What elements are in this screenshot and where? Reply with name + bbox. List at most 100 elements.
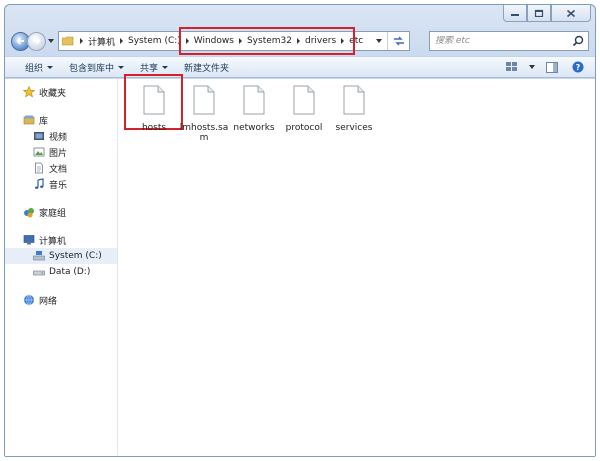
- chevron-down-icon: [47, 65, 54, 69]
- search-box[interactable]: [429, 31, 589, 51]
- forward-button[interactable]: [27, 31, 46, 51]
- organize-label: 组织: [25, 63, 44, 74]
- view-controls: ?: [501, 58, 595, 76]
- sidebar-label: System (C:): [49, 251, 102, 261]
- minimize-button[interactable]: [503, 5, 527, 22]
- music-icon: [33, 178, 45, 190]
- sidebar-item-music[interactable]: 音乐: [5, 176, 117, 192]
- svg-text:?: ?: [576, 63, 581, 72]
- sidebar-item-libraries[interactable]: 库: [5, 112, 117, 128]
- search-input[interactable]: [435, 36, 570, 46]
- organize-menu[interactable]: 组织: [17, 57, 61, 77]
- sidebar-label: 收藏夹: [39, 88, 67, 99]
- include-in-library-menu[interactable]: 包含到库中: [61, 57, 132, 77]
- homegroup-group: 家庭组: [5, 204, 117, 220]
- file-item-hosts[interactable]: hosts: [129, 85, 179, 133]
- chevron-down-icon: [118, 65, 125, 69]
- address-history-dropdown[interactable]: [373, 32, 385, 50]
- recent-pages-dropdown[interactable]: [46, 32, 56, 51]
- file-icon: [293, 85, 315, 115]
- network-icon: [23, 294, 35, 306]
- include-in-library-label: 包含到库中: [69, 63, 115, 74]
- change-view-button[interactable]: [501, 58, 523, 76]
- minimize-icon: [511, 14, 519, 16]
- sidebar-label: 音乐: [49, 180, 68, 191]
- file-icon: [243, 85, 265, 115]
- sidebar-item-system-c[interactable]: System (C:): [5, 248, 117, 264]
- computer-group: 计算机 System (C:) Data (D:): [5, 232, 117, 280]
- file-icon: [143, 85, 165, 115]
- command-bar: 组织 包含到库中 共享 新建文件夹 ?: [5, 56, 595, 78]
- sidebar-item-network[interactable]: 网络: [5, 292, 117, 308]
- new-folder-button[interactable]: 新建文件夹: [176, 57, 237, 77]
- crumb-system-c[interactable]: System (C:): [126, 32, 183, 50]
- window-controls: [503, 5, 591, 23]
- address-bar[interactable]: 计算机 System (C:) Windows System32 drivers…: [58, 27, 410, 55]
- back-arrow-icon: [16, 37, 24, 45]
- refresh-button[interactable]: [387, 32, 409, 50]
- new-folder-label: 新建文件夹: [184, 63, 230, 74]
- favorites-group: 收藏夹: [5, 84, 117, 100]
- sidebar-item-homegroup[interactable]: 家庭组: [5, 204, 117, 220]
- preview-pane-button[interactable]: [541, 58, 563, 76]
- explorer-window: 计算机 System (C:) Windows System32 drivers…: [4, 4, 596, 457]
- crumb-drivers[interactable]: drivers: [303, 32, 338, 50]
- view-grid-icon: [506, 62, 517, 71]
- sidebar-label: 网络: [39, 296, 58, 307]
- view-options-dropdown[interactable]: [527, 58, 537, 76]
- crumb-separator[interactable]: [120, 38, 124, 44]
- help-icon: ?: [572, 61, 584, 73]
- sidebar-label: 计算机: [39, 236, 67, 247]
- file-item-protocol[interactable]: protocol: [279, 85, 329, 133]
- crumb-computer[interactable]: 计算机: [86, 32, 117, 50]
- crumb-system32[interactable]: System32: [245, 32, 294, 50]
- search-icon[interactable]: [572, 35, 584, 47]
- crumb-etc[interactable]: etc: [347, 32, 365, 50]
- crumb-separator[interactable]: [296, 38, 300, 44]
- file-name: lmhosts.sam: [179, 123, 229, 143]
- file-item-services[interactable]: services: [329, 85, 379, 133]
- maximize-icon: [534, 9, 544, 17]
- library-icon: [23, 114, 35, 126]
- close-icon: [566, 9, 576, 17]
- sidebar-label: Data (D:): [49, 267, 91, 277]
- chevron-down-icon: [162, 65, 169, 69]
- chevron-down-icon: [48, 39, 54, 43]
- homegroup-icon: [23, 206, 35, 218]
- video-icon: [33, 130, 45, 142]
- crumb-separator[interactable]: [80, 38, 83, 44]
- sidebar-item-videos[interactable]: 视频: [5, 128, 117, 144]
- content-area: 收藏夹 库 视频 图片 文档 音乐 家庭组 计算机 System (C:) Da…: [5, 74, 595, 456]
- network-group: 网络: [5, 292, 117, 308]
- file-name: protocol: [285, 123, 323, 133]
- sidebar-label: 文档: [49, 164, 68, 175]
- help-button[interactable]: ?: [567, 58, 589, 76]
- crumb-separator[interactable]: [238, 38, 242, 44]
- forward-arrow-icon: [33, 37, 41, 45]
- refresh-icon: [393, 36, 404, 46]
- sidebar-item-data-d[interactable]: Data (D:): [5, 264, 117, 280]
- chevron-down-icon: [529, 65, 535, 69]
- file-name: networks: [233, 123, 275, 133]
- file-icon: [343, 85, 365, 115]
- chevron-down-icon: [376, 39, 382, 43]
- sidebar-label: 库: [39, 116, 49, 127]
- sidebar-item-pictures[interactable]: 图片: [5, 144, 117, 160]
- file-icon: [193, 85, 215, 115]
- star-icon: [23, 86, 35, 98]
- sidebar-label: 图片: [49, 148, 68, 159]
- crumb-windows[interactable]: Windows: [192, 32, 236, 50]
- file-item-lmhosts[interactable]: lmhosts.sam: [179, 85, 229, 143]
- sidebar-item-computer[interactable]: 计算机: [5, 232, 117, 248]
- close-button[interactable]: [551, 5, 591, 22]
- crumb-separator[interactable]: [185, 38, 189, 44]
- file-item-networks[interactable]: networks: [229, 85, 279, 133]
- sidebar-label: 视频: [49, 132, 68, 143]
- maximize-button[interactable]: [527, 5, 551, 22]
- navigation-pane: 收藏夹 库 视频 图片 文档 音乐 家庭组 计算机 System (C:) Da…: [5, 79, 118, 456]
- crumb-separator[interactable]: [341, 38, 345, 44]
- sidebar-item-documents[interactable]: 文档: [5, 160, 117, 176]
- computer-icon: [23, 234, 35, 246]
- picture-icon: [33, 146, 45, 158]
- sidebar-item-favorites[interactable]: 收藏夹: [5, 84, 117, 100]
